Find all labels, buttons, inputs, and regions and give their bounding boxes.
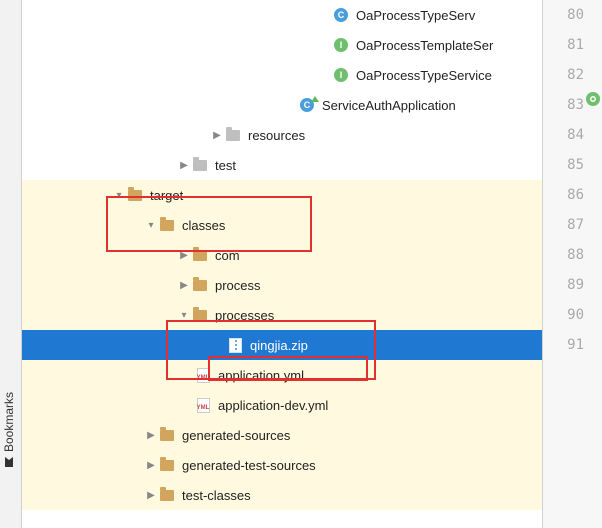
tree-item-file-zip[interactable]: qingjia.zip xyxy=(22,330,542,360)
line-number: 89 xyxy=(543,270,602,300)
line-number: 91 xyxy=(543,330,602,360)
tree-item-label: test xyxy=(213,158,236,173)
tree-item-label: target xyxy=(148,188,183,203)
folder-icon xyxy=(158,426,176,444)
interface-icon: I xyxy=(332,36,350,54)
expand-arrow-icon[interactable]: ▶ xyxy=(177,250,191,261)
line-number: 82 xyxy=(543,60,602,90)
line-number: 81 xyxy=(543,30,602,60)
bookmarks-text: Bookmarks xyxy=(2,392,16,452)
line-number: 88 xyxy=(543,240,602,270)
tree-item-folder[interactable]: ▶ process xyxy=(22,270,542,300)
tree-item-label: qingjia.zip xyxy=(248,338,308,353)
tree-item-label: classes xyxy=(180,218,225,233)
runnable-class-icon: C xyxy=(298,96,316,114)
bookmark-icon xyxy=(2,456,16,468)
folder-icon xyxy=(224,126,242,144)
expand-arrow-icon[interactable]: ▶ xyxy=(144,490,158,501)
expand-arrow-icon[interactable]: ▶ xyxy=(177,160,191,171)
tree-item-folder-classes[interactable]: ▾ classes xyxy=(22,210,542,240)
expand-arrow-icon[interactable]: ▶ xyxy=(210,130,224,141)
expand-arrow-icon[interactable]: ▶ xyxy=(144,460,158,471)
bookmarks-label: Bookmarks xyxy=(2,392,16,468)
folder-icon xyxy=(191,246,209,264)
collapse-arrow-icon[interactable]: ▾ xyxy=(144,220,158,231)
tree-item-folder-processes[interactable]: ▾ processes xyxy=(22,300,542,330)
tree-item-folder[interactable]: ▶ resources xyxy=(22,120,542,150)
folder-icon xyxy=(191,306,209,324)
yml-file-icon: YML xyxy=(194,396,212,414)
bookmarks-sidebar-tab[interactable]: Bookmarks xyxy=(0,0,22,528)
folder-icon xyxy=(126,186,144,204)
tree-item-folder[interactable]: ▶ com xyxy=(22,240,542,270)
tree-item-interface[interactable]: I OaProcessTypeService xyxy=(22,60,542,90)
interface-icon: I xyxy=(332,66,350,84)
tree-item-folder[interactable]: ▶ generated-test-sources xyxy=(22,450,542,480)
expand-arrow-icon[interactable]: ▶ xyxy=(177,280,191,291)
tree-item-folder[interactable]: ▶ generated-sources xyxy=(22,420,542,450)
line-number: 87 xyxy=(543,210,602,240)
line-number: 85 xyxy=(543,150,602,180)
line-number: 80 xyxy=(543,0,602,30)
tree-item-interface[interactable]: I OaProcessTemplateSer xyxy=(22,30,542,60)
folder-icon xyxy=(158,486,176,504)
tree-item-class[interactable]: C OaProcessTypeServ xyxy=(22,0,542,30)
tree-item-folder[interactable]: ▶ test xyxy=(22,150,542,180)
tree-item-label: application.yml xyxy=(216,368,304,383)
yml-file-icon: YML xyxy=(194,366,212,384)
collapse-arrow-icon[interactable]: ▾ xyxy=(177,310,191,321)
gutter-run-icon[interactable] xyxy=(586,92,600,106)
tree-item-label: processes xyxy=(213,308,274,323)
folder-icon xyxy=(158,456,176,474)
tree-item-label: test-classes xyxy=(180,488,251,503)
tree-item-folder[interactable]: ▶ test-classes xyxy=(22,480,542,510)
tree-item-label: resources xyxy=(246,128,305,143)
folder-icon xyxy=(191,276,209,294)
expand-arrow-icon[interactable]: ▶ xyxy=(144,430,158,441)
tree-item-file-yml[interactable]: YML application.yml xyxy=(22,360,542,390)
tree-item-label: OaProcessTypeServ xyxy=(354,8,475,23)
folder-icon xyxy=(158,216,176,234)
tree-item-label: generated-test-sources xyxy=(180,458,316,473)
project-tree[interactable]: C OaProcessTypeServ I OaProcessTemplateS… xyxy=(22,0,542,528)
class-icon: C xyxy=(332,6,350,24)
editor-gutter: 808182838485868788899091 xyxy=(542,0,602,528)
line-number: 86 xyxy=(543,180,602,210)
tree-item-folder-target[interactable]: ▾ target xyxy=(22,180,542,210)
tree-item-label: process xyxy=(213,278,261,293)
folder-icon xyxy=(191,156,209,174)
line-number: 90 xyxy=(543,300,602,330)
tree-item-label: generated-sources xyxy=(180,428,290,443)
zip-file-icon xyxy=(226,336,244,354)
tree-item-label: ServiceAuthApplication xyxy=(320,98,456,113)
tree-item-label: OaProcessTemplateSer xyxy=(354,38,493,53)
tree-item-label: com xyxy=(213,248,240,263)
tree-item-label: OaProcessTypeService xyxy=(354,68,492,83)
line-number: 84 xyxy=(543,120,602,150)
tree-item-class-runnable[interactable]: C ServiceAuthApplication xyxy=(22,90,542,120)
tree-item-label: application-dev.yml xyxy=(216,398,328,413)
collapse-arrow-icon[interactable]: ▾ xyxy=(112,190,126,201)
tree-item-file-yml[interactable]: YML application-dev.yml xyxy=(22,390,542,420)
